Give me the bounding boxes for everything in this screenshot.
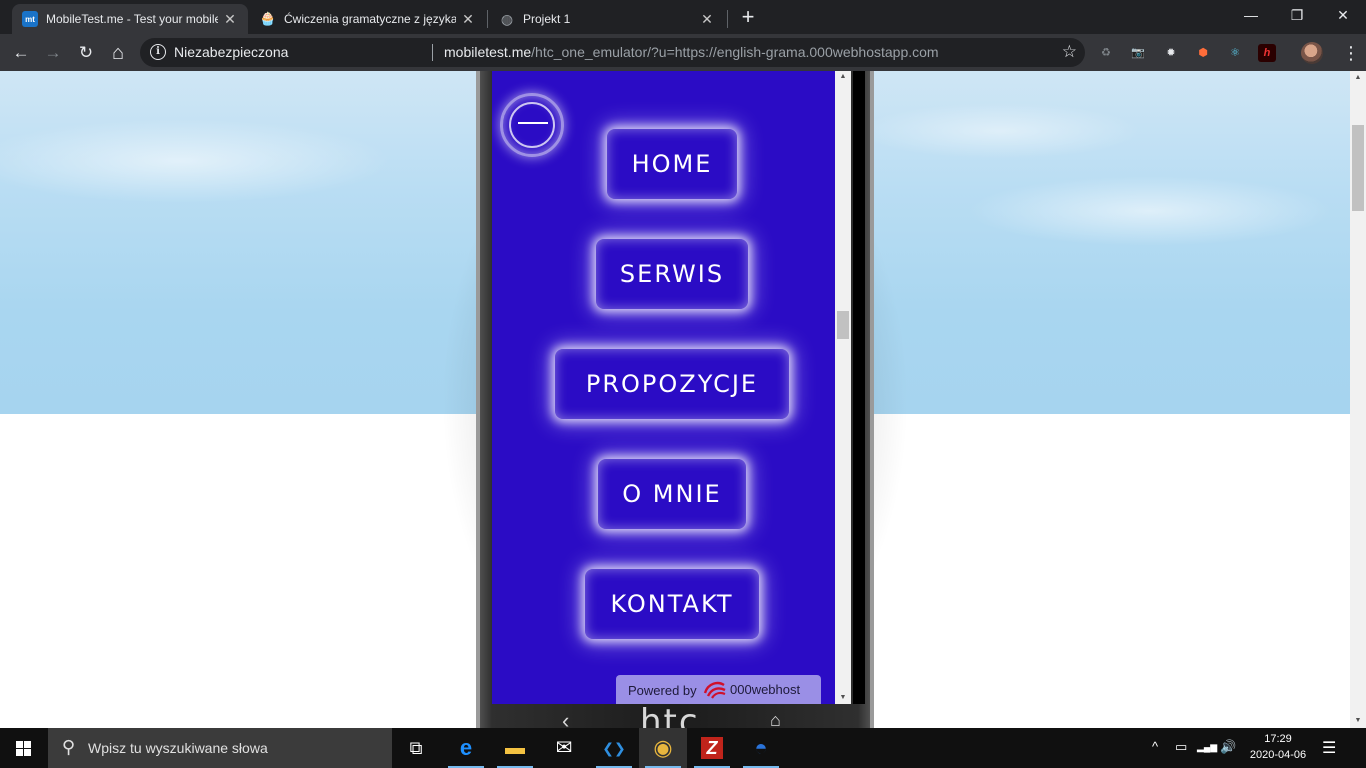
forward-arrow-icon[interactable]: → bbox=[40, 40, 66, 66]
page-viewport: HOME SERWIS PROPOZYCJE O MNIE KONTAKT Po… bbox=[0, 71, 1350, 728]
mobiletest-favicon-icon: mt bbox=[22, 11, 38, 27]
network-icon[interactable]: ▂▄▆ bbox=[1197, 742, 1217, 753]
edge-icon[interactable]: e bbox=[442, 728, 490, 768]
tab-title: Ćwiczenia gramatyczne z języka a bbox=[284, 12, 456, 26]
url-host: mobiletest.me bbox=[444, 44, 532, 60]
clock-date: 2020-04-06 bbox=[1249, 749, 1307, 761]
tab-mobiletest[interactable]: mt MobileTest.me - Test your mobile ✕ bbox=[12, 4, 248, 34]
minus-icon bbox=[518, 122, 548, 124]
globe-favicon-icon: ◍ bbox=[500, 10, 514, 27]
windows-logo-icon bbox=[24, 741, 31, 748]
tab-projekt[interactable]: ◍ Projekt 1 ✕ bbox=[489, 4, 725, 34]
phone-scrollbar[interactable]: ▲ ▼ bbox=[835, 71, 851, 704]
firefox-icon[interactable]: ◓ bbox=[737, 728, 785, 768]
menu-toggle-button[interactable] bbox=[500, 93, 564, 157]
nav-kontakt-button[interactable]: KONTAKT bbox=[585, 569, 759, 639]
gear-extension-icon[interactable]: ✹ bbox=[1162, 44, 1180, 62]
recycle-extension-icon[interactable]: ♻ bbox=[1097, 44, 1115, 62]
nav-o-mnie-button[interactable]: O MNIE bbox=[598, 459, 746, 529]
minimize-button[interactable]: — bbox=[1228, 0, 1274, 30]
windows-logo-icon bbox=[24, 749, 31, 756]
phone-back-icon: ‹ bbox=[562, 708, 570, 728]
htc-phone-frame: HOME SERWIS PROPOZYCJE O MNIE KONTAKT Po… bbox=[476, 71, 874, 728]
start-button[interactable] bbox=[0, 728, 48, 768]
powered-by-label: Powered by bbox=[628, 683, 697, 698]
battery-icon[interactable]: ▭ bbox=[1175, 739, 1187, 755]
phone-bezel bbox=[853, 71, 865, 704]
search-icon: ⚲ bbox=[62, 737, 76, 757]
host-brand-label: 000webhost bbox=[730, 682, 801, 697]
phone-edge bbox=[476, 71, 480, 728]
taskbar-search-box[interactable]: ⚲ Wpisz tu wyszukiwane słowa bbox=[48, 728, 392, 768]
fire-extension-icon[interactable]: ⬢ bbox=[1194, 44, 1212, 62]
tray-chevron-icon[interactable]: ^ bbox=[1152, 739, 1158, 754]
home-icon[interactable]: ⌂ bbox=[105, 40, 131, 66]
nav-serwis-button[interactable]: SERWIS bbox=[596, 239, 748, 309]
tab-separator bbox=[487, 10, 488, 28]
url-path: /htc_one_emulator/?u=https://english-gra… bbox=[531, 44, 939, 60]
vscode-icon[interactable]: ❮❯ bbox=[590, 728, 638, 768]
phone-home-icon: ⌂ bbox=[770, 710, 781, 728]
new-tab-button[interactable]: + bbox=[736, 6, 760, 30]
phone-bottom-bar: ‹ htc ⌂ bbox=[492, 702, 852, 728]
restore-button[interactable]: ❐ bbox=[1274, 0, 1320, 30]
windows-logo-icon bbox=[16, 749, 23, 756]
back-arrow-icon[interactable]: ← bbox=[8, 40, 34, 66]
scroll-up-arrow-icon[interactable]: ▲ bbox=[1350, 71, 1366, 85]
menu-toggle-ring bbox=[509, 102, 555, 148]
scroll-down-arrow-icon[interactable]: ▼ bbox=[835, 692, 851, 704]
h-extension-icon[interactable]: h bbox=[1258, 44, 1276, 62]
filezilla-icon[interactable]: Z bbox=[688, 728, 736, 768]
profile-avatar[interactable] bbox=[1301, 42, 1323, 64]
windows-logo-icon bbox=[16, 741, 23, 748]
react-extension-icon[interactable]: ⚛ bbox=[1226, 44, 1244, 62]
scroll-thumb[interactable] bbox=[837, 311, 849, 339]
close-tab-icon[interactable]: ✕ bbox=[222, 11, 238, 27]
browser-tab-bar: mt MobileTest.me - Test your mobile ✕ 🧁 … bbox=[0, 0, 1366, 34]
windows-taskbar: ⚲ Wpisz tu wyszukiwane słowa ⧉ e ▬ ✉ ❮❯ … bbox=[0, 728, 1366, 768]
tab-separator bbox=[727, 10, 728, 28]
task-view-icon[interactable]: ⧉ bbox=[392, 728, 440, 768]
cupcake-favicon-icon: 🧁 bbox=[259, 11, 277, 26]
url-text[interactable]: mobiletest.me/htc_one_emulator/?u=https:… bbox=[444, 44, 939, 60]
filezilla-glyph: Z bbox=[701, 737, 723, 759]
close-tab-icon[interactable]: ✕ bbox=[460, 11, 476, 27]
chrome-menu-icon[interactable]: ⋮ bbox=[1342, 40, 1360, 66]
page-scrollbar[interactable]: ▲ ▼ bbox=[1350, 71, 1366, 728]
reload-icon[interactable]: ↻ bbox=[73, 40, 99, 66]
chrome-icon[interactable]: ◉ bbox=[639, 728, 687, 768]
address-bar[interactable]: i Niezabezpieczona mobiletest.me/htc_one… bbox=[140, 38, 1085, 67]
scroll-down-arrow-icon[interactable]: ▼ bbox=[1350, 714, 1366, 728]
volume-icon[interactable]: 🔊 bbox=[1220, 739, 1236, 755]
file-explorer-icon[interactable]: ▬ bbox=[491, 728, 539, 768]
scroll-thumb[interactable] bbox=[1352, 125, 1364, 211]
nav-home-button[interactable]: HOME bbox=[607, 129, 737, 199]
clock-time: 17:29 bbox=[1264, 733, 1292, 745]
notifications-icon[interactable]: ☰ bbox=[1322, 738, 1336, 758]
browser-toolbar: ← → ↻ ⌂ i Niezabezpieczona mobiletest.me… bbox=[0, 34, 1366, 71]
bookmark-star-icon[interactable]: ☆ bbox=[1062, 42, 1077, 62]
powered-by-badge[interactable]: Powered by 000webhost bbox=[616, 675, 821, 704]
search-placeholder: Wpisz tu wyszukiwane słowa bbox=[88, 740, 268, 756]
tab-cwiczenia[interactable]: 🧁 Ćwiczenia gramatyczne z języka a ✕ bbox=[250, 4, 486, 34]
close-tab-icon[interactable]: ✕ bbox=[699, 11, 715, 27]
phone-edge bbox=[870, 71, 874, 728]
close-window-button[interactable]: ✕ bbox=[1320, 0, 1366, 30]
security-status[interactable]: Niezabezpieczona bbox=[174, 44, 288, 60]
clock[interactable]: 17:29 2020-04-06 bbox=[1240, 731, 1316, 763]
phone-screen: HOME SERWIS PROPOZYCJE O MNIE KONTAKT Po… bbox=[492, 71, 835, 704]
tab-title: Projekt 1 bbox=[523, 12, 571, 26]
mail-icon[interactable]: ✉ bbox=[540, 728, 588, 768]
info-icon[interactable]: i bbox=[150, 44, 166, 60]
tab-title: MobileTest.me - Test your mobile bbox=[46, 12, 218, 26]
000webhost-logo-icon bbox=[703, 681, 726, 699]
omnibox-divider bbox=[432, 44, 433, 61]
camera-extension-icon[interactable]: 📷 bbox=[1129, 44, 1147, 62]
htc-logo: htc bbox=[640, 702, 700, 728]
nav-propozycje-button[interactable]: PROPOZYCJE bbox=[555, 349, 789, 419]
scroll-up-arrow-icon[interactable]: ▲ bbox=[835, 71, 851, 83]
